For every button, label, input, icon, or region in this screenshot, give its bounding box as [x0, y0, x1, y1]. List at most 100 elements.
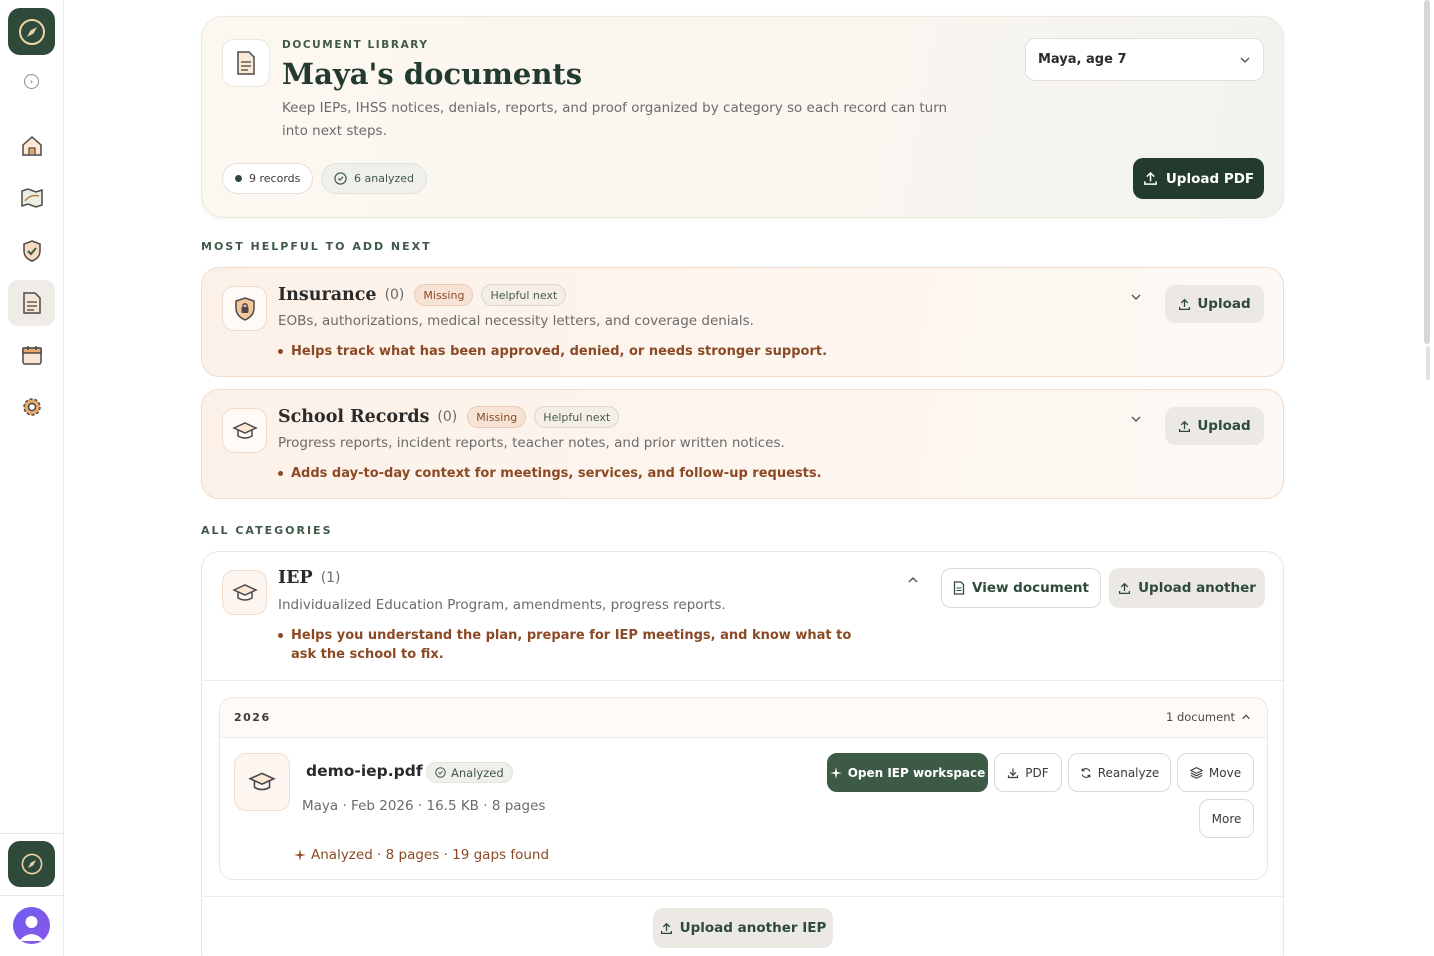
category-title: School Records [278, 407, 430, 427]
sidebar-item-settings[interactable] [8, 384, 55, 430]
reanalyze-button[interactable]: Reanalyze [1068, 753, 1171, 792]
sparkle-icon [829, 766, 842, 779]
upload-pdf-button[interactable]: Upload PDF [1133, 158, 1264, 199]
category-card-insurance: Insurance (0) Missing Helpful next EOBs,… [201, 267, 1284, 377]
upload-another-button[interactable]: Upload another [1109, 568, 1265, 608]
category-description: EOBs, authorizations, medical necessity … [278, 313, 754, 329]
compass-logo[interactable] [8, 8, 55, 55]
check-circle-icon [334, 172, 347, 185]
section-label-all-categories: ALL CATEGORIES [201, 524, 333, 537]
divider [202, 896, 1283, 897]
analyzed-badge: Analyzed [426, 762, 513, 783]
sidebar-item-calendar[interactable] [8, 332, 55, 378]
compass-icon [21, 853, 42, 875]
layers-icon [1189, 767, 1203, 779]
section-label-helpful: MOST HELPFUL TO ADD NEXT [201, 240, 432, 253]
sparkle-icon [294, 849, 306, 861]
calendar-icon [21, 346, 42, 365]
page-title: Maya's documents [282, 57, 583, 91]
sidebar-item-shield[interactable] [8, 228, 55, 274]
document-icon [22, 292, 41, 314]
chevron-up-icon[interactable] [907, 574, 919, 586]
home-icon [21, 135, 42, 156]
category-benefit: Adds day-to-day context for meetings, se… [278, 464, 822, 483]
analyzed-count-pill: 6 analyzed [321, 163, 428, 194]
year-label: 2026 [234, 711, 271, 724]
upload-insurance-button[interactable]: Upload [1165, 285, 1264, 323]
move-button[interactable]: Move [1177, 753, 1254, 792]
expand-sidebar-icon[interactable]: › [24, 74, 39, 89]
year-group-header[interactable]: 2026 1 document [220, 698, 1267, 738]
chevron-down-icon [1240, 56, 1250, 63]
graduation-cap-icon [234, 753, 290, 811]
category-description: Progress reports, incident reports, teac… [278, 435, 785, 451]
category-count: (1) [320, 570, 341, 586]
category-benefit: Helps track what has been approved, deni… [278, 342, 827, 361]
download-pdf-button[interactable]: PDF [994, 753, 1062, 792]
document-library-icon [222, 39, 270, 87]
graduation-cap-icon [222, 570, 267, 615]
upload-another-iep-button[interactable]: Upload another IEP [653, 908, 833, 948]
gear-icon [22, 398, 41, 416]
user-avatar-icon[interactable] [13, 907, 50, 944]
upload-icon [1179, 420, 1191, 432]
category-benefit: Helps you understand the plan, prepare f… [278, 626, 868, 664]
document-count: 1 document [1166, 710, 1251, 724]
sidebar-item-documents[interactable] [8, 280, 55, 326]
bullet-icon [278, 349, 283, 354]
status-dot-icon [235, 175, 242, 182]
category-header: IEP (1) [278, 568, 343, 588]
sidebar-divider [0, 895, 63, 896]
document-icon [953, 581, 965, 595]
graduation-cap-icon [222, 408, 267, 453]
map-icon [20, 188, 43, 208]
refresh-icon [1081, 767, 1090, 778]
sidebar: › [0, 0, 64, 956]
scrollbar-track [1426, 346, 1430, 380]
more-button[interactable]: More [1199, 799, 1254, 838]
missing-badge: Missing [414, 284, 474, 306]
chevron-down-icon[interactable] [1130, 413, 1142, 425]
shield-check-icon [22, 240, 41, 262]
missing-badge: Missing [467, 406, 527, 428]
category-header: Insurance (0) Missing Helpful next [278, 284, 567, 306]
sidebar-item-map[interactable] [8, 175, 55, 221]
helpful-next-badge: Helpful next [534, 406, 620, 428]
upload-icon [1179, 298, 1191, 310]
file-name[interactable]: demo-iep.pdf [306, 762, 423, 780]
upload-icon [1119, 582, 1131, 594]
child-select[interactable]: Maya, age 7 [1025, 38, 1264, 81]
page-eyebrow: DOCUMENT LIBRARY [282, 39, 429, 51]
assistant-button[interactable] [8, 841, 55, 887]
file-meta: Maya · Feb 2026 · 16.5 KB · 8 pages [302, 798, 546, 814]
download-icon [1008, 768, 1019, 778]
check-circle-icon [435, 767, 446, 778]
child-select-value: Maya, age 7 [1038, 52, 1127, 67]
category-card-iep: IEP (1) Individualized Education Program… [201, 551, 1284, 956]
category-count: (0) [384, 287, 405, 303]
sidebar-divider [0, 833, 63, 834]
insurance-shield-icon [222, 286, 267, 331]
category-count: (0) [437, 409, 458, 425]
divider [202, 680, 1283, 681]
chevron-down-icon[interactable] [1130, 291, 1142, 303]
helpful-next-badge: Helpful next [481, 284, 567, 306]
library-header-card: DOCUMENT LIBRARY Maya's documents Keep I… [201, 16, 1284, 218]
category-title: IEP [278, 568, 313, 588]
category-description: Individualized Education Program, amendm… [278, 597, 726, 613]
category-title: Insurance [278, 285, 377, 305]
sidebar-item-home[interactable] [8, 123, 55, 169]
records-count-pill: 9 records [222, 163, 314, 194]
bullet-icon [278, 471, 283, 476]
records-count: 9 records [249, 172, 301, 185]
view-document-button[interactable]: View document [941, 568, 1101, 608]
year-group-2026: 2026 1 document demo-iep.pdf Analyzed Ma… [219, 697, 1268, 880]
chevron-up-icon [1242, 714, 1250, 720]
scrollbar[interactable] [1422, 0, 1430, 380]
upload-school-records-button[interactable]: Upload [1165, 407, 1264, 445]
bullet-icon [278, 633, 283, 638]
open-iep-workspace-button[interactable]: Open IEP workspace [827, 753, 988, 792]
upload-icon [660, 922, 672, 934]
scrollbar-thumb[interactable] [1424, 0, 1430, 344]
upload-icon [1143, 171, 1157, 185]
